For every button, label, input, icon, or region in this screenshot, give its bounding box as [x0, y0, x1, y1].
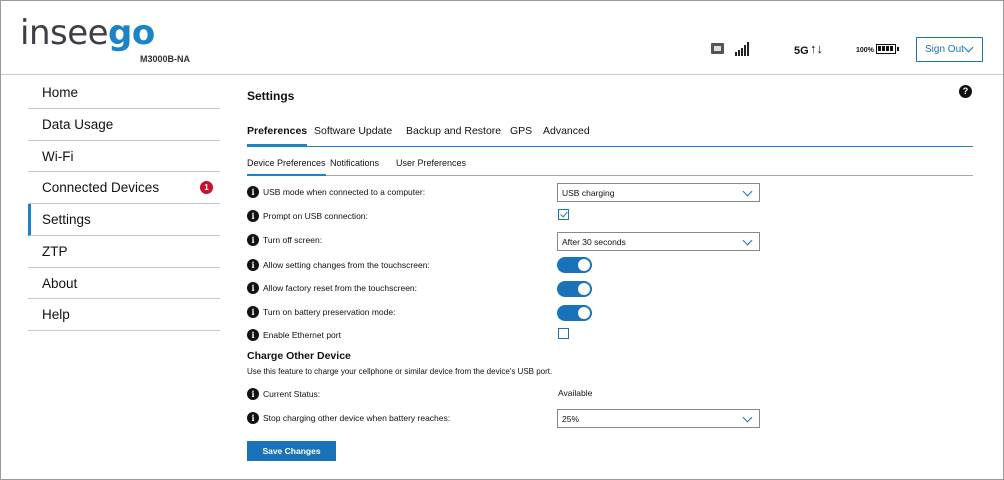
section-description: Use this feature to charge your cellphon…: [247, 367, 553, 376]
battery-percentage: 100%: [856, 47, 874, 54]
tab-advanced[interactable]: Advanced: [543, 125, 590, 147]
subtab-user-preferences[interactable]: User Preferences: [396, 158, 466, 176]
info-icon[interactable]: i: [247, 234, 259, 246]
tab-preferences[interactable]: Preferences: [247, 125, 308, 147]
sidebar-item-data-usage[interactable]: Data Usage: [28, 109, 220, 141]
save-changes-button[interactable]: Save Changes: [247, 441, 336, 461]
network-type: 5G: [794, 45, 809, 57]
turn-off-screen-select[interactable]: After 30 seconds: [557, 232, 760, 251]
chevron-down-icon: [742, 186, 753, 197]
sidebar-item-settings[interactable]: Settings: [28, 204, 220, 236]
usb-mode-label: i USB mode when connected to a computer:: [247, 186, 425, 198]
battery-preservation-label: i Turn on battery preservation mode:: [247, 306, 395, 318]
info-icon[interactable]: i: [247, 388, 259, 400]
sidebar-item-ztp[interactable]: ZTP: [28, 236, 220, 268]
sidebar-nav: Home Data Usage Wi-Fi Connected Devices …: [28, 77, 220, 331]
turn-off-screen-label: i Turn off screen:: [247, 234, 322, 246]
info-icon[interactable]: i: [247, 259, 259, 271]
info-icon[interactable]: i: [247, 412, 259, 424]
chevron-down-icon: [742, 235, 753, 246]
chevron-down-icon: [963, 42, 974, 53]
info-icon[interactable]: i: [247, 329, 259, 341]
tab-software-update[interactable]: Software Update: [314, 125, 392, 147]
allow-settings-toggle[interactable]: [557, 257, 592, 273]
sidebar-item-help[interactable]: Help: [28, 299, 220, 331]
allow-settings-label: i Allow setting changes from the touchsc…: [247, 259, 430, 271]
info-icon[interactable]: i: [247, 186, 259, 198]
stop-charging-select[interactable]: 25%: [557, 409, 760, 428]
page-title: Settings: [247, 89, 295, 103]
subtab-notifications[interactable]: Notifications: [330, 158, 379, 176]
tab-backup-restore[interactable]: Backup and Restore: [406, 125, 501, 147]
notification-badge: 1: [200, 181, 213, 195]
subtab-device-preferences[interactable]: Device Preferences: [247, 158, 326, 176]
stop-charging-label: i Stop charging other device when batter…: [247, 412, 450, 424]
chevron-down-icon: [742, 412, 753, 423]
ethernet-port-checkbox[interactable]: [558, 328, 569, 339]
sign-out-button[interactable]: Sign Out: [916, 37, 983, 62]
signal-strength-icon: [735, 42, 751, 56]
sidebar-item-connected-devices[interactable]: Connected Devices 1: [28, 172, 220, 204]
allow-factory-reset-toggle[interactable]: [557, 281, 592, 297]
header: inseego M3000B-NA 5G ↑↓ 100% Sign Out: [1, 1, 1003, 75]
sidebar-item-about[interactable]: About: [28, 268, 220, 300]
usb-mode-select[interactable]: USB charging: [557, 183, 760, 202]
data-transfer-icon: ↑↓: [810, 41, 823, 56]
battery-icon: [876, 44, 899, 54]
prompt-usb-label: i Prompt on USB connection:: [247, 210, 368, 222]
info-icon[interactable]: i: [247, 306, 259, 318]
subtab-bar: Device Preferences Notifications User Pr…: [247, 158, 973, 176]
current-status-value: Available: [558, 388, 593, 398]
ethernet-icon: [711, 43, 724, 54]
section-title-charge: Charge Other Device: [247, 350, 351, 362]
info-icon[interactable]: i: [247, 282, 259, 294]
ethernet-port-label: i Enable Ethernet port: [247, 329, 341, 341]
tab-gps[interactable]: GPS: [510, 125, 532, 147]
device-model: M3000B-NA: [140, 54, 191, 64]
tab-bar: Preferences Software Update Backup and R…: [247, 125, 973, 147]
info-icon[interactable]: i: [247, 210, 259, 222]
prompt-usb-checkbox[interactable]: [558, 209, 569, 220]
battery-preservation-toggle[interactable]: [557, 305, 592, 321]
sidebar-item-home[interactable]: Home: [28, 77, 220, 109]
help-icon[interactable]: ?: [959, 85, 972, 98]
current-status-label: i Current Status:: [247, 388, 320, 400]
sign-out-label: Sign Out: [925, 44, 964, 55]
allow-factory-reset-label: i Allow factory reset from the touchscre…: [247, 282, 417, 294]
inseego-logo[interactable]: inseego: [20, 13, 155, 53]
sidebar-item-wifi[interactable]: Wi-Fi: [28, 141, 220, 173]
